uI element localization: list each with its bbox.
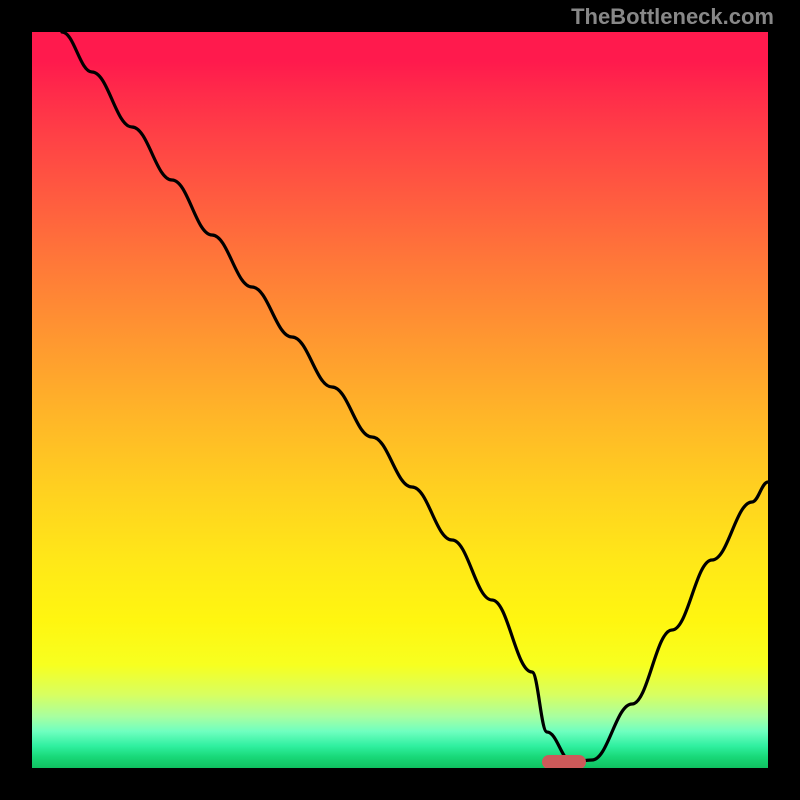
watermark-text: TheBottleneck.com (571, 4, 774, 30)
plot-area (32, 32, 768, 768)
highlight-marker (542, 755, 586, 768)
chart-frame: TheBottleneck.com (0, 0, 800, 800)
curve-line (32, 32, 768, 768)
